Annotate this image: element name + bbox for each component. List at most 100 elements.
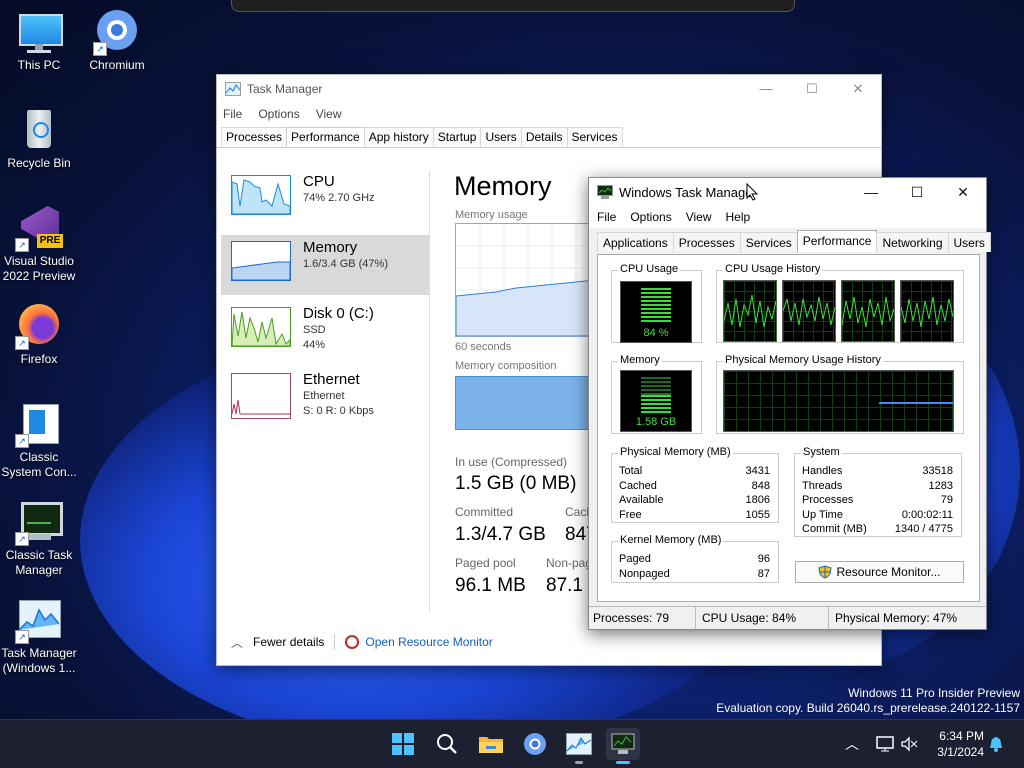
- stat-label: Up Time: [802, 508, 843, 521]
- sidebar-item-cpu[interactable]: CPU 74% 2.70 GHz: [221, 169, 429, 229]
- resource-monitor-button-label: Resource Monitor...: [836, 565, 941, 579]
- watermark-line-1: Windows 11 Pro Insider Preview: [848, 686, 1020, 700]
- stat-label: Cached: [619, 479, 657, 492]
- clock[interactable]: 6:34 PM 3/1/2024: [937, 728, 984, 760]
- tab-networking[interactable]: Networking: [876, 232, 949, 252]
- close-button[interactable]: ✕: [835, 81, 881, 97]
- title-bar[interactable]: Windows Task Manage — ☐ ✕: [589, 178, 986, 206]
- watermark-line-2: Evaluation copy. Build 26040.rs_prerelea…: [716, 701, 1020, 715]
- minimize-button[interactable]: —: [743, 81, 789, 97]
- desktop-icon-firefox[interactable]: ↗ Firefox: [0, 302, 78, 367]
- physical-memory-history-graph: [723, 370, 954, 432]
- stat-value: 79: [940, 494, 953, 506]
- stat-label: Processes: [802, 494, 854, 506]
- volume-muted-icon[interactable]: [900, 736, 918, 752]
- menu-file[interactable]: File: [223, 107, 242, 121]
- chevron-up-icon[interactable]: ︿: [231, 634, 243, 651]
- menu-bar: File Options View Help: [589, 206, 986, 228]
- desktop-icon-classic-system-control[interactable]: ↗ Classic System Con...: [0, 400, 78, 480]
- stat-label: Nonpaged: [619, 567, 670, 580]
- tab-performance[interactable]: Performance: [796, 230, 878, 252]
- memory-usage-graph: [455, 223, 597, 337]
- task-manager-icon[interactable]: [562, 728, 596, 764]
- search-icon[interactable]: [430, 728, 464, 760]
- start-icon[interactable]: [386, 728, 420, 760]
- sidebar-item-ethernet[interactable]: Ethernet Ethernet S: 0 R: 0 Kbps: [221, 367, 429, 431]
- menu-options[interactable]: Options: [630, 210, 671, 224]
- kernel-memory-title: Kernel Memory (MB): [618, 534, 724, 546]
- shortcut-arrow-icon: ↗: [15, 238, 29, 252]
- in-use-label: In use (Compressed): [455, 455, 568, 469]
- tab-processes[interactable]: Processes: [672, 232, 741, 252]
- desktop-icon-this-pc[interactable]: This PC: [0, 8, 78, 73]
- menu-file[interactable]: File: [597, 210, 616, 224]
- chevron-up-icon[interactable]: ︿: [842, 734, 862, 754]
- classic-task-manager-icon[interactable]: [606, 728, 640, 764]
- system-tray: ︿: [842, 720, 918, 768]
- sidebar-item-detail: Ethernet: [303, 390, 345, 402]
- recycle-bin-icon: [15, 106, 63, 154]
- open-resource-monitor-link[interactable]: Open Resource Monitor: [365, 635, 492, 649]
- tab-services[interactable]: Services: [566, 127, 623, 147]
- title-bar[interactable]: Task Manager — ☐ ✕: [217, 75, 881, 103]
- minimize-button[interactable]: —: [848, 184, 894, 201]
- menu-options[interactable]: Options: [258, 107, 299, 121]
- shortcut-arrow-icon: ↗: [15, 434, 29, 448]
- tab-services[interactable]: Services: [739, 232, 798, 252]
- tab-processes[interactable]: Processes: [221, 127, 288, 147]
- network-icon[interactable]: [876, 736, 894, 752]
- desktop-icon-classic-task-manager[interactable]: ↗ Classic Task Manager: [0, 498, 78, 578]
- stat-value: 96: [757, 553, 770, 565]
- desktop-icon-recycle-bin[interactable]: Recycle Bin: [0, 106, 78, 171]
- sidebar-item-label: CPU: [303, 173, 335, 190]
- cpu-core-graph: [723, 280, 777, 342]
- classic-task-manager-window[interactable]: Windows Task Manage — ☐ ✕ File Options V…: [588, 177, 991, 630]
- fewer-details-link[interactable]: Fewer details: [253, 635, 324, 649]
- maximize-button[interactable]: ☐: [894, 184, 940, 201]
- sidebar-item-disk[interactable]: Disk 0 (C:) SSD 44%: [221, 301, 429, 361]
- resource-monitor-button[interactable]: Resource Monitor...: [795, 561, 964, 583]
- chromium-icon[interactable]: [518, 728, 552, 760]
- stat-value: 87: [757, 567, 770, 580]
- desktop-icon-task-manager[interactable]: ↗ Task Manager (Windows 1...: [0, 596, 78, 676]
- tab-startup[interactable]: Startup: [432, 127, 482, 147]
- page-title: Memory: [454, 171, 552, 201]
- stat-row: Free 1055: [619, 508, 770, 523]
- evaluation-watermark: Windows 11 Pro Insider Preview Evaluatio…: [716, 686, 1020, 716]
- tab-performance[interactable]: Performance: [286, 127, 365, 147]
- sidebar-item-memory[interactable]: Memory 1.6/3.4 GB (47%): [221, 235, 429, 295]
- notification-bell-icon[interactable]: [988, 720, 1004, 768]
- stat-value: 33518: [922, 465, 953, 477]
- menu-view[interactable]: View: [686, 210, 712, 224]
- menu-view[interactable]: View: [316, 107, 342, 121]
- stat-value: 848: [751, 479, 770, 492]
- non-paged-pool-label: Non-pag: [546, 556, 593, 570]
- monitor-icon: [15, 8, 63, 56]
- tab-details[interactable]: Details: [520, 127, 568, 147]
- stat-label: Total: [619, 465, 643, 477]
- desktop-icon-visual-studio[interactable]: PRE ↗ Visual Studio 2022 Preview: [0, 204, 78, 284]
- stat-row: Total 3431: [619, 464, 770, 479]
- cpu-usage-meter: 84 %: [620, 281, 692, 343]
- stat-label: Handles: [802, 465, 843, 477]
- tab-app-history[interactable]: App history: [363, 127, 434, 147]
- cpu-core-graph: [900, 280, 954, 342]
- sidebar-item-detail-2: 44%: [303, 339, 326, 351]
- stat-label: Available: [619, 494, 664, 506]
- tab-users[interactable]: Users: [480, 127, 522, 147]
- desktop-icon-label: Task Manager (Windows 1...: [1, 646, 77, 675]
- menu-help[interactable]: Help: [726, 210, 751, 224]
- cpu-usage-history-group: CPU Usage History: [716, 263, 964, 343]
- performance-pane: CPU Usage 84 % CPU Usage History Memory …: [597, 254, 980, 602]
- tab-users[interactable]: Users: [947, 232, 991, 252]
- tab-applications[interactable]: Applications: [597, 232, 674, 252]
- sidebar-item-detail: SSD: [303, 324, 326, 336]
- stat-row: Up Time 0:00:02:11: [802, 508, 953, 523]
- system-group: System Handles 33518 Threads 1283 Processe…: [794, 446, 962, 537]
- maximize-button[interactable]: ☐: [789, 81, 835, 97]
- desktop-icon-chromium[interactable]: ↗ Chromium: [78, 8, 156, 73]
- kernel-memory-group: Kernel Memory (MB) Paged 96 Nonpaged 87: [611, 534, 779, 583]
- status-bar: Processes: 79 CPU Usage: 84% Physical Me…: [589, 606, 986, 629]
- file-explorer-icon[interactable]: [474, 728, 508, 760]
- close-button[interactable]: ✕: [940, 184, 986, 201]
